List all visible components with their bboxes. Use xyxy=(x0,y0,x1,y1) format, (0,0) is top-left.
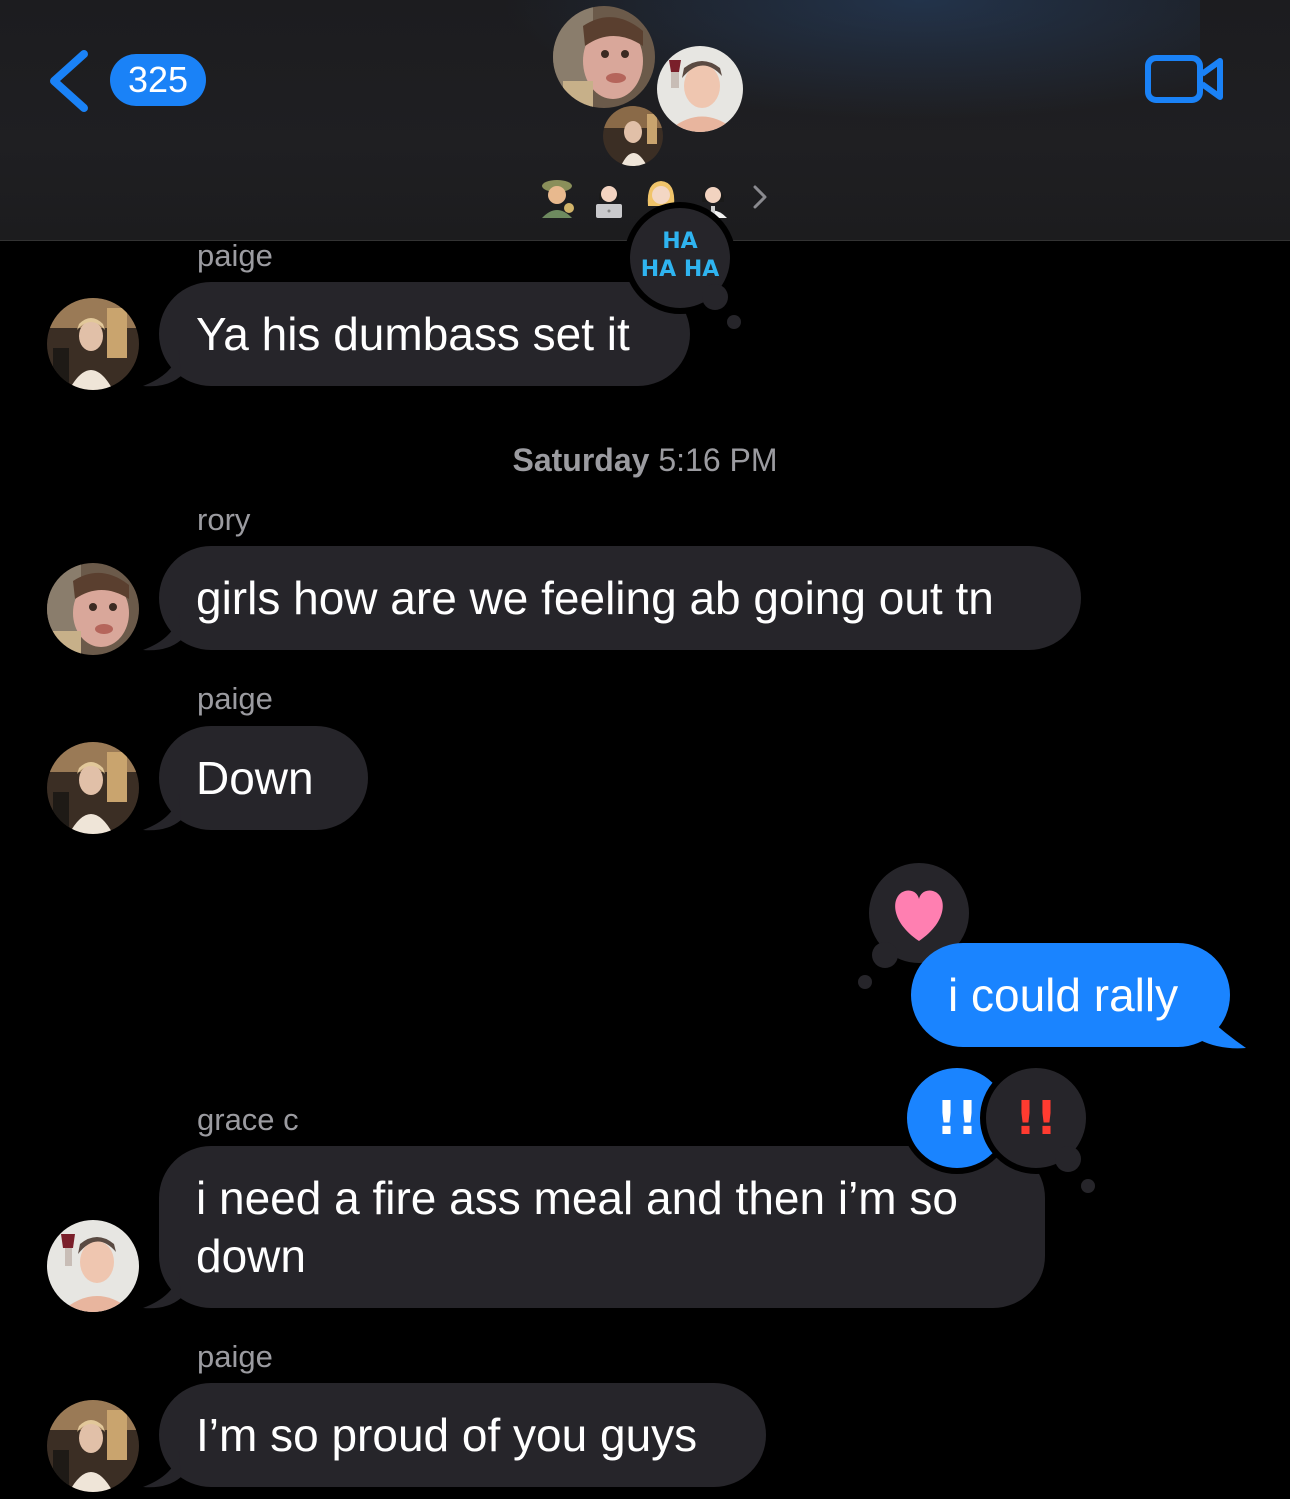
avatar-paige[interactable] xyxy=(47,1400,139,1492)
bubble-tail xyxy=(143,614,181,651)
avatar-grace[interactable] xyxy=(47,1220,139,1312)
group-avatar-paige[interactable] xyxy=(603,106,663,166)
avatar-paige[interactable] xyxy=(47,298,139,390)
message-bubble[interactable]: Down xyxy=(159,726,368,830)
sender-name: rory xyxy=(197,502,251,537)
tapback-tail xyxy=(872,942,898,968)
avatar-rory[interactable] xyxy=(47,563,139,655)
avatar-paige[interactable] xyxy=(47,742,139,834)
tapback-tail xyxy=(858,975,872,989)
bubble-tail xyxy=(1200,1010,1246,1049)
sender-name: paige xyxy=(197,681,273,716)
timestamp-time: 5:16 PM xyxy=(658,442,778,478)
message-bubble[interactable]: girls how are we feeling ab going out tn xyxy=(159,546,1081,650)
sender-name: paige xyxy=(197,238,273,273)
tapback-tail xyxy=(702,284,728,310)
group-avatar-grace[interactable] xyxy=(657,46,743,132)
memoji-artist-icon xyxy=(542,180,574,218)
memoji-technologist-icon xyxy=(596,186,622,218)
timestamp: Saturday 5:16 PM xyxy=(0,442,1290,479)
svg-text:!!: !! xyxy=(936,1091,978,1145)
tapback-tail xyxy=(1055,1146,1081,1172)
svg-text:HA: HA xyxy=(662,229,697,254)
sender-name: grace c xyxy=(197,1102,299,1137)
tapback-tail xyxy=(1081,1179,1095,1193)
message-bubble[interactable]: i need a fire ass meal and then i’m so d… xyxy=(159,1146,1045,1308)
message-bubble[interactable]: Ya his dumbass set it xyxy=(159,282,690,386)
group-avatar-rory[interactable] xyxy=(553,6,655,108)
bubble-tail xyxy=(143,350,181,387)
svg-text:!!: !! xyxy=(1015,1091,1057,1145)
bubble-tail xyxy=(143,1451,181,1488)
sender-name: paige xyxy=(197,1339,273,1374)
svg-text:HA HA: HA HA xyxy=(641,257,720,282)
unread-count-badge[interactable]: 325 xyxy=(110,54,206,106)
message-bubble[interactable]: I’m so proud of you guys xyxy=(159,1383,766,1487)
chevron-left-icon[interactable] xyxy=(44,48,94,114)
my-message-bubble[interactable]: i could rally xyxy=(911,943,1230,1047)
tapback-tail xyxy=(727,315,741,329)
bubble-tail xyxy=(143,794,181,831)
chevron-right-icon[interactable] xyxy=(750,181,770,213)
timestamp-day: Saturday xyxy=(512,442,650,478)
bubble-tail xyxy=(143,1272,181,1309)
video-camera-icon[interactable] xyxy=(1144,52,1226,106)
conversation-header: 325 xyxy=(0,0,1290,241)
